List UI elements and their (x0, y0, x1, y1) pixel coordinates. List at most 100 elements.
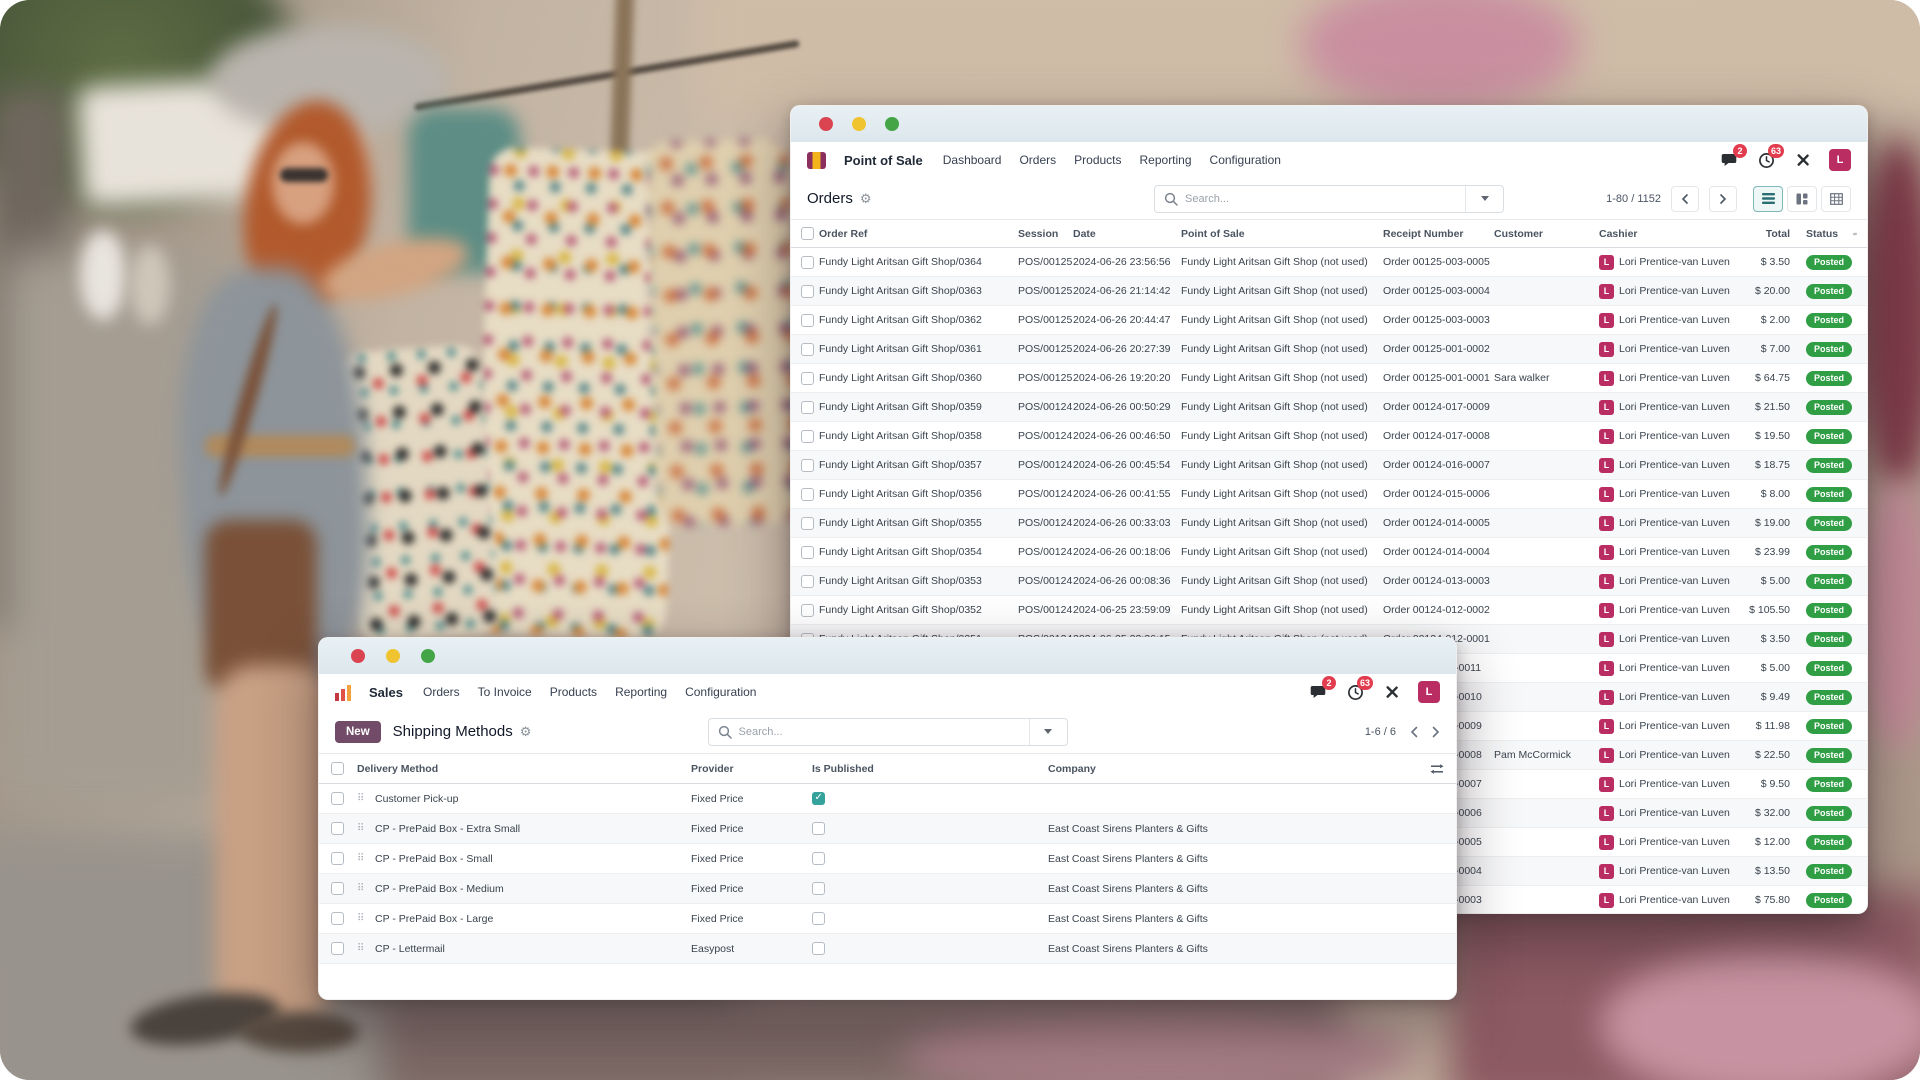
minimize-window-button[interactable] (852, 117, 866, 131)
order-row[interactable]: Fundy Light Aritsan Gift Shop/0360 POS/0… (791, 364, 1867, 393)
pos-menu-dashboard[interactable]: Dashboard (943, 153, 1002, 167)
order-row[interactable]: Fundy Light Aritsan Gift Shop/0363 POS/0… (791, 277, 1867, 306)
maximize-window-button[interactable] (885, 117, 899, 131)
pager-prev-button[interactable] (1671, 186, 1699, 212)
drag-handle-icon[interactable]: ⠿ (357, 883, 375, 894)
shipping-method-row[interactable]: ⠿ CP - PrePaid Box - Small Fixed Price E… (319, 844, 1456, 874)
row-checkbox[interactable] (319, 852, 357, 865)
row-checkbox[interactable] (791, 285, 819, 298)
user-avatar[interactable]: L (1829, 149, 1851, 171)
is-published-checkbox[interactable] (812, 852, 825, 865)
col-status[interactable]: Status (1798, 228, 1853, 240)
row-checkbox[interactable] (791, 575, 819, 588)
breadcrumb[interactable]: Orders (807, 190, 853, 207)
is-published-checkbox[interactable] (812, 792, 825, 805)
order-row[interactable]: Fundy Light Aritsan Gift Shop/0354 POS/0… (791, 538, 1867, 567)
pos-menu-orders[interactable]: Orders (1019, 153, 1056, 167)
sales-app-name[interactable]: Sales (369, 685, 403, 700)
col-date[interactable]: Date (1073, 228, 1181, 240)
list-view-button[interactable] (1753, 186, 1783, 212)
drag-handle-icon[interactable]: ⠿ (357, 793, 375, 804)
optional-columns-button[interactable] (1416, 763, 1456, 775)
select-all-checkbox[interactable] (791, 227, 819, 240)
is-published-checkbox[interactable] (812, 942, 825, 955)
is-published-checkbox[interactable] (812, 822, 825, 835)
sales-menu-reporting[interactable]: Reporting (615, 685, 667, 699)
order-row[interactable]: Fundy Light Aritsan Gift Shop/0364 POS/0… (791, 248, 1867, 277)
drag-handle-icon[interactable]: ⠿ (357, 823, 375, 834)
activities-button[interactable]: 63 (1344, 681, 1366, 703)
search-input[interactable]: Search... (708, 718, 1068, 746)
order-row[interactable]: Fundy Light Aritsan Gift Shop/0362 POS/0… (791, 306, 1867, 335)
shipping-method-row[interactable]: ⠿ CP - PrePaid Box - Extra Small Fixed P… (319, 814, 1456, 844)
row-checkbox[interactable] (791, 372, 819, 385)
row-checkbox[interactable] (791, 604, 819, 617)
order-row[interactable]: Fundy Light Aritsan Gift Shop/0352 POS/0… (791, 596, 1867, 625)
search-filter-dropdown[interactable] (1029, 719, 1067, 745)
pos-menu-products[interactable]: Products (1074, 153, 1121, 167)
col-provider[interactable]: Provider (691, 763, 812, 775)
is-published-checkbox[interactable] (812, 912, 825, 925)
row-checkbox[interactable] (791, 488, 819, 501)
pager-next-button[interactable] (1709, 186, 1737, 212)
sales-menu-products[interactable]: Products (550, 685, 597, 699)
row-checkbox[interactable] (319, 912, 357, 925)
pivot-view-button[interactable] (1821, 186, 1851, 212)
col-cashier[interactable]: Cashier (1599, 228, 1731, 240)
minimize-window-button[interactable] (386, 649, 400, 663)
col-order-ref[interactable]: Order Ref (819, 228, 1018, 240)
row-checkbox[interactable] (319, 942, 357, 955)
debug-tools-button[interactable] (1381, 681, 1403, 703)
row-checkbox[interactable] (791, 343, 819, 356)
row-checkbox[interactable] (791, 546, 819, 559)
messages-button[interactable]: 2 (1718, 149, 1740, 171)
pos-app-name[interactable]: Point of Sale (844, 153, 923, 168)
col-session[interactable]: Session (1018, 228, 1073, 240)
row-checkbox[interactable] (791, 314, 819, 327)
row-checkbox[interactable] (319, 822, 357, 835)
col-point-of-sale[interactable]: Point of Sale (1181, 228, 1383, 240)
pos-menu-reporting[interactable]: Reporting (1140, 153, 1192, 167)
col-customer[interactable]: Customer (1494, 228, 1599, 240)
breadcrumb[interactable]: Shipping Methods (393, 723, 513, 740)
shipping-method-row[interactable]: ⠿ Customer Pick-up Fixed Price (319, 784, 1456, 814)
activities-button[interactable]: 63 (1755, 149, 1777, 171)
col-total[interactable]: Total (1731, 228, 1798, 240)
close-window-button[interactable] (819, 117, 833, 131)
col-delivery-method[interactable]: Delivery Method (357, 763, 691, 775)
kanban-view-button[interactable] (1787, 186, 1817, 212)
is-published-checkbox[interactable] (812, 882, 825, 895)
col-company[interactable]: Company (1048, 763, 1416, 775)
row-checkbox[interactable] (791, 401, 819, 414)
drag-handle-icon[interactable]: ⠿ (357, 853, 375, 864)
order-row[interactable]: Fundy Light Aritsan Gift Shop/0356 POS/0… (791, 480, 1867, 509)
row-checkbox[interactable] (791, 459, 819, 472)
order-row[interactable]: Fundy Light Aritsan Gift Shop/0358 POS/0… (791, 422, 1867, 451)
sales-menu-to-invoice[interactable]: To Invoice (478, 685, 532, 699)
drag-handle-icon[interactable]: ⠿ (357, 943, 375, 954)
new-button[interactable]: New (335, 721, 381, 743)
sales-menu-orders[interactable]: Orders (423, 685, 460, 699)
view-settings-gear-icon[interactable]: ⚙ (520, 724, 532, 740)
row-checkbox[interactable] (319, 882, 357, 895)
pos-menu-configuration[interactable]: Configuration (1210, 153, 1281, 167)
drag-handle-icon[interactable]: ⠿ (357, 913, 375, 924)
pager-next-button[interactable] (1432, 726, 1440, 738)
shipping-method-row[interactable]: ⠿ CP - PrePaid Box - Large Fixed Price E… (319, 904, 1456, 934)
row-checkbox[interactable] (791, 430, 819, 443)
pager-prev-button[interactable] (1410, 726, 1418, 738)
shipping-method-row[interactable]: ⠿ CP - PrePaid Box - Medium Fixed Price … (319, 874, 1456, 904)
row-checkbox[interactable] (319, 792, 357, 805)
maximize-window-button[interactable] (421, 649, 435, 663)
user-avatar[interactable]: L (1418, 681, 1440, 703)
select-all-checkbox[interactable] (319, 762, 357, 775)
order-row[interactable]: Fundy Light Aritsan Gift Shop/0355 POS/0… (791, 509, 1867, 538)
order-row[interactable]: Fundy Light Aritsan Gift Shop/0353 POS/0… (791, 567, 1867, 596)
optional-columns-button[interactable] (1853, 228, 1867, 240)
view-settings-gear-icon[interactable]: ⚙ (860, 191, 872, 207)
messages-button[interactable]: 2 (1307, 681, 1329, 703)
search-input[interactable]: Search... (1154, 185, 1504, 213)
shipping-method-row[interactable]: ⠿ CP - Lettermail Easypost East Coast Si… (319, 934, 1456, 964)
search-filter-dropdown[interactable] (1465, 186, 1503, 212)
col-is-published[interactable]: Is Published (812, 763, 1048, 775)
